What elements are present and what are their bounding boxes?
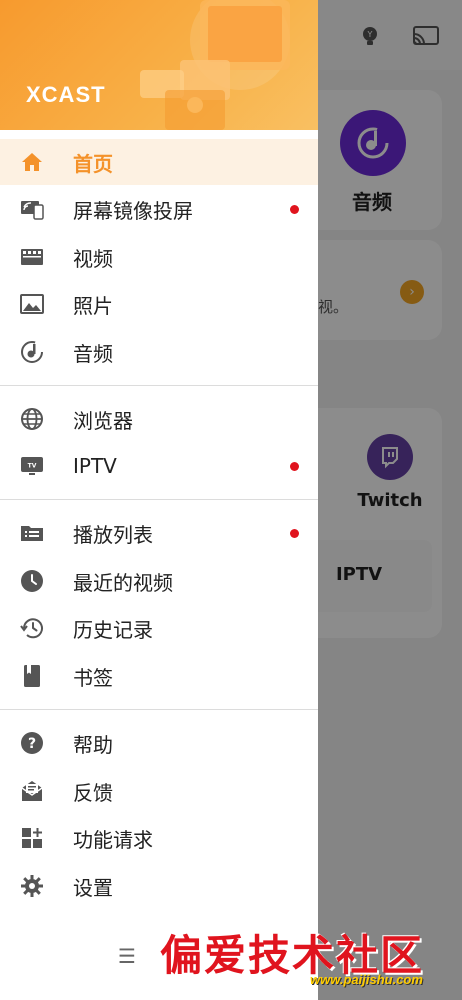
- navigation-drawer: XCAST 首页 屏幕镜像投屏 视频 照片 音频 浏览器 TV IPTV 播放列…: [0, 0, 318, 1000]
- header-illustration: [140, 0, 290, 130]
- menu-item-label: IPTV: [73, 454, 117, 478]
- clapperboard-icon: [20, 245, 44, 269]
- menu-item-video[interactable]: 视频: [0, 234, 318, 280]
- new-badge-dot: [290, 205, 299, 214]
- menu-item-browser[interactable]: 浏览器: [0, 396, 318, 442]
- menu-item-home[interactable]: 首页: [0, 139, 318, 185]
- playlist-folder-icon: [20, 521, 44, 545]
- screen-mirror-icon: [20, 197, 44, 221]
- globe-icon: [20, 407, 44, 431]
- menu-item-screen-mirror[interactable]: 屏幕镜像投屏: [0, 186, 318, 232]
- menu-item-playlist[interactable]: 播放列表: [0, 510, 318, 556]
- menu-item-photo[interactable]: 照片: [0, 281, 318, 327]
- bookmark-icon: [20, 664, 44, 688]
- menu-item-history[interactable]: 历史记录: [0, 605, 318, 651]
- menu-item-audio[interactable]: 音频: [0, 329, 318, 375]
- menu-divider: [0, 499, 318, 500]
- watermark-url: www.paijishu.com: [310, 972, 423, 987]
- menu-item-label: 最近的视频: [73, 570, 173, 595]
- menu-item-label: 历史记录: [73, 617, 153, 642]
- clock-icon: [20, 569, 44, 593]
- gear-icon: [20, 874, 44, 898]
- watermark: 偏爱技术社区 www.paijishu.com: [160, 920, 460, 998]
- menu-item-label: 照片: [73, 293, 113, 318]
- menu-item-settings[interactable]: 设置: [0, 863, 318, 909]
- menu-item-bookmarks[interactable]: 书签: [0, 653, 318, 699]
- menu-item-label: 书签: [73, 665, 113, 690]
- menu-divider: [0, 385, 318, 386]
- drawer-header: XCAST: [0, 0, 318, 130]
- menu-item-label: 浏览器: [73, 408, 133, 433]
- menu-item-label: 设置: [73, 875, 113, 900]
- menu-item-label: 功能请求: [73, 827, 153, 852]
- menu-divider: [0, 709, 318, 710]
- svg-text:?: ?: [28, 736, 36, 752]
- menu-item-recent-videos[interactable]: 最近的视频: [0, 558, 318, 604]
- menu-item-label: 帮助: [73, 732, 113, 757]
- tv-icon: TV: [20, 454, 44, 478]
- new-badge-dot: [290, 462, 299, 471]
- menu-item-label: 反馈: [73, 780, 113, 805]
- music-note-icon: [20, 340, 44, 364]
- image-icon: [20, 292, 44, 316]
- home-icon: [20, 150, 44, 174]
- app-logo: XCAST: [26, 82, 106, 107]
- menu-item-feedback[interactable]: 反馈: [0, 768, 318, 814]
- mail-icon: [20, 779, 44, 803]
- menu-item-label: 首页: [73, 151, 113, 176]
- help-icon: ?: [20, 731, 44, 755]
- menu-item-label: 音频: [73, 341, 113, 366]
- svg-text:TV: TV: [28, 463, 37, 470]
- menu-item-feature-request[interactable]: 功能请求: [0, 815, 318, 861]
- menu-item-label: 播放列表: [73, 522, 153, 547]
- menu-item-iptv[interactable]: TV IPTV: [0, 443, 318, 489]
- add-widget-icon: [20, 826, 44, 850]
- new-badge-dot: [290, 529, 299, 538]
- menu-item-help[interactable]: ? 帮助: [0, 720, 318, 766]
- menu-lines-icon[interactable]: ☰: [118, 946, 140, 966]
- menu-item-label: 视频: [73, 246, 113, 271]
- history-icon: [20, 616, 44, 640]
- menu-item-label: 屏幕镜像投屏: [73, 198, 193, 223]
